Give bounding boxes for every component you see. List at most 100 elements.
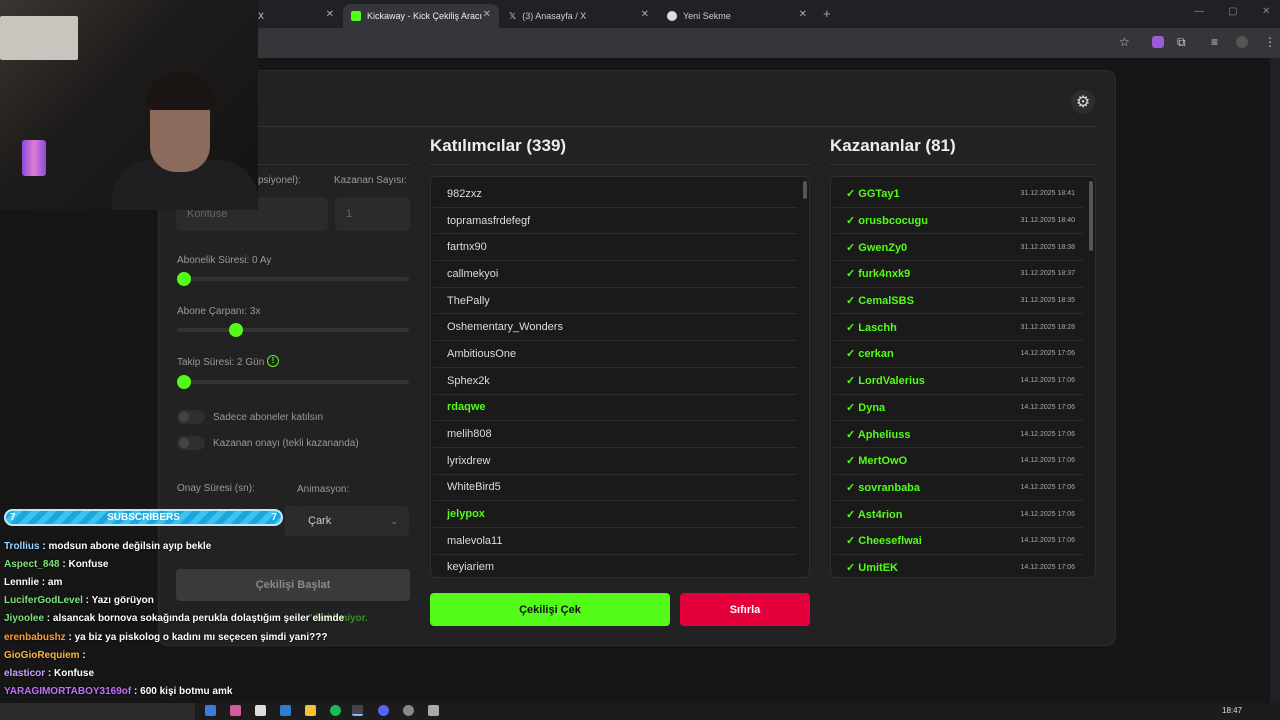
winner-date: 14.12.2025 17:06: [1020, 430, 1076, 438]
subs-right-count: 7: [271, 512, 277, 523]
winner-name: ✓ Apheliuss: [846, 428, 911, 441]
tab-kickaway[interactable]: Kickaway - Kick Çekiliş Aracı ✕: [343, 4, 499, 28]
playlist-icon[interactable]: ≡: [1211, 35, 1218, 49]
follow-duration-slider[interactable]: [177, 380, 409, 384]
winner-row: ✓ GwenZy0 31.12.2025 18:38: [833, 234, 1083, 262]
header-divider: [158, 126, 1096, 127]
animation-select[interactable]: Çark ⌄: [297, 506, 409, 536]
participant-row: topramasfrdefegf: [433, 208, 797, 235]
only-subs-toggle[interactable]: [177, 410, 205, 424]
extension-icon[interactable]: [1152, 36, 1164, 48]
winner-date: 14.12.2025 17:06: [1020, 537, 1076, 545]
chat-message: YARAGIMORTABOY3169of : 600 kişi botmu am…: [4, 686, 232, 697]
chat-text: : alsancak bornova sokağında perukla dol…: [44, 613, 345, 625]
winners-scrollbar[interactable]: [1089, 181, 1093, 251]
sub-multiplier-slider[interactable]: [177, 328, 409, 332]
tab-x-1[interactable]: X ✕: [250, 4, 342, 28]
chrome-icon[interactable]: [352, 705, 363, 716]
maximize-icon[interactable]: ▢: [1228, 6, 1237, 17]
chat-message: Lennlie : am: [4, 577, 62, 588]
spotify-icon[interactable]: [330, 705, 341, 716]
chat-message: GioGioRequiem :: [4, 650, 86, 661]
chrome-favicon-icon: [667, 11, 677, 21]
chat-username: Jiyoolee: [4, 613, 45, 625]
puzzle-icon[interactable]: ⧉: [1177, 35, 1186, 50]
chat-message: LuciferGodLevel : Yazı görüyon: [4, 595, 154, 606]
follow-duration-slider-knob[interactable]: [177, 375, 191, 389]
winner-row: ✓ Laschh 31.12.2025 18:28: [833, 314, 1083, 342]
winner-row: ✓ Ast4rion 14.12.2025 17:06: [833, 501, 1083, 528]
reset-button[interactable]: Sıfırla: [680, 593, 810, 626]
winner-row: ✓ MertOwO 14.12.2025 17:06: [833, 448, 1083, 475]
chat-text: : modsun abone değilsin ayıp bekle: [39, 541, 212, 552]
winner-count-label: Kazanan Sayısı:: [334, 175, 407, 186]
sub-duration-label: Abonelik Süresi: 0 Ay: [177, 255, 272, 266]
chat-message: Aspect_848 : Konfuse: [4, 559, 108, 570]
winner-row: ✓ Cheeseflwai 14.12.2025 17:06: [833, 528, 1083, 555]
tab-label: Yeni Sekme: [683, 11, 731, 21]
draw-button[interactable]: Çekilişi Çek: [430, 593, 670, 626]
winners-list[interactable]: ✓ GGTay1 31.12.2025 18:41 ✓ orusbcocugu 31.…: [830, 176, 1096, 578]
taskbar-app-icon[interactable]: [230, 705, 241, 716]
tab-close-icon[interactable]: ✕: [641, 9, 649, 20]
chat-username: Lennlie: [4, 577, 40, 589]
winner-date: 14.12.2025 17:06: [1020, 457, 1076, 465]
info-icon[interactable]: !: [267, 355, 279, 367]
tab-x-home[interactable]: 𝕏 (3) Anasayfa / X ✕: [501, 4, 657, 28]
profile-avatar[interactable]: [1236, 36, 1248, 48]
taskbar-app-icon[interactable]: [280, 705, 291, 716]
tab-close-icon[interactable]: ✕: [799, 9, 807, 20]
winner-count-input[interactable]: 1: [335, 197, 410, 231]
sub-duration-slider[interactable]: [177, 277, 409, 281]
winner-date: 31.12.2025 18:35: [1020, 297, 1076, 305]
winner-name: ✓ orusbcocugu: [846, 215, 928, 228]
participant-row: malevola11: [433, 528, 797, 555]
tab-close-icon[interactable]: ✕: [483, 9, 491, 20]
winner-date: 31.12.2025 18:37: [1020, 270, 1076, 278]
bookmark-star-icon[interactable]: ☆: [1119, 35, 1130, 49]
chevron-down-icon: ⌄: [390, 515, 398, 526]
chat-message: Jiyoolee : alsancak bornova sokağında pe…: [4, 613, 344, 624]
winner-name: ✓ sovranbaba: [846, 481, 921, 494]
tab-new[interactable]: Yeni Sekme ✕: [659, 4, 815, 28]
chat-text: : Konfuse: [59, 559, 109, 571]
minimize-icon[interactable]: —: [1194, 6, 1204, 17]
winner-name: ✓ MertOwO: [846, 455, 908, 468]
x-favicon-icon: 𝕏: [509, 10, 517, 21]
participant-row: AmbitiousOne: [433, 341, 797, 368]
subscribers-goal-bar: 7 SUBSCRIBERS 7: [4, 509, 283, 526]
participants-scrollbar[interactable]: [803, 181, 807, 199]
page-scrollbar[interactable]: [1270, 58, 1280, 703]
new-tab-icon[interactable]: +: [823, 6, 831, 21]
chat-message: Trollius : modsun abone değilsin ayıp be…: [4, 541, 211, 552]
menu-icon[interactable]: ⋮: [1264, 35, 1276, 49]
winner-name: ✓ Cheeseflwai: [846, 535, 922, 548]
taskbar-app-icon[interactable]: [403, 705, 414, 716]
confirm-duration-label: Onay Süresi (sn):: [177, 483, 255, 494]
winner-name: ✓ GwenZy0: [846, 241, 908, 254]
winner-date: 31.12.2025 18:41: [1020, 190, 1076, 198]
winner-confirm-toggle[interactable]: [177, 436, 205, 450]
animation-value: Çark: [308, 515, 332, 527]
sub-duration-slider-knob[interactable]: [177, 272, 191, 286]
participant-row: Sphex2k: [433, 368, 797, 395]
taskbar-app-icon[interactable]: [255, 705, 266, 716]
settings-divider: [258, 164, 410, 165]
winner-date: 14.12.2025 17:06: [1020, 510, 1076, 518]
start-giveaway-button[interactable]: Çekilişi Başlat: [176, 569, 410, 601]
winner-name: ✓ Ast4rion: [846, 508, 903, 521]
chat-username: YARAGIMORTABOY3169of: [4, 685, 132, 697]
winner-row: ✓ LordValerius 14.12.2025 17:06: [833, 368, 1083, 395]
taskbar-search-box[interactable]: [0, 703, 195, 720]
taskbar-app-icon[interactable]: [205, 705, 216, 716]
settings-gear-icon[interactable]: ⚙: [1071, 90, 1095, 114]
taskbar-folder-icon[interactable]: [305, 705, 316, 716]
participants-list[interactable]: 982zxz topramasfrdefegf fartnx90 callmekyoi…: [430, 176, 810, 578]
winner-row: ✓ GGTay1 31.12.2025 18:41: [833, 181, 1083, 208]
tab-close-icon[interactable]: ✕: [326, 9, 334, 20]
winners-divider: [830, 164, 1096, 165]
window-close-icon[interactable]: ✕: [1262, 6, 1270, 17]
participants-items: 982zxz topramasfrdefegf fartnx90 callmekyoi…: [431, 177, 809, 577]
discord-icon[interactable]: [378, 705, 389, 716]
taskbar-app-icon[interactable]: [428, 705, 439, 716]
